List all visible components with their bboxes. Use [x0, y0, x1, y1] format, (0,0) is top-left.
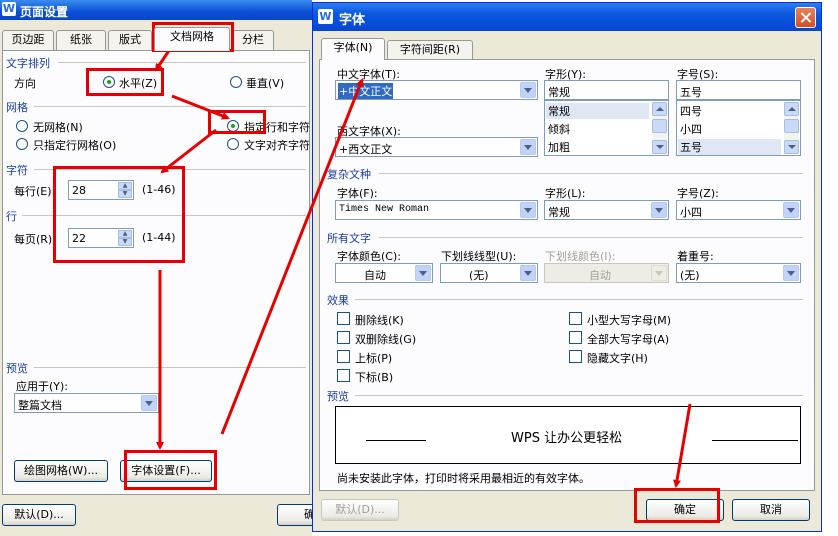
- arrow: [220, 78, 364, 435]
- tab-document-grid[interactable]: 文档网格: [154, 27, 230, 51]
- arrow: [160, 128, 217, 174]
- arrow: [673, 403, 692, 488]
- arrow: [171, 94, 230, 120]
- tab-font[interactable]: 字体(N): [321, 38, 385, 60]
- annotation-arrows: [154, 45, 692, 488]
